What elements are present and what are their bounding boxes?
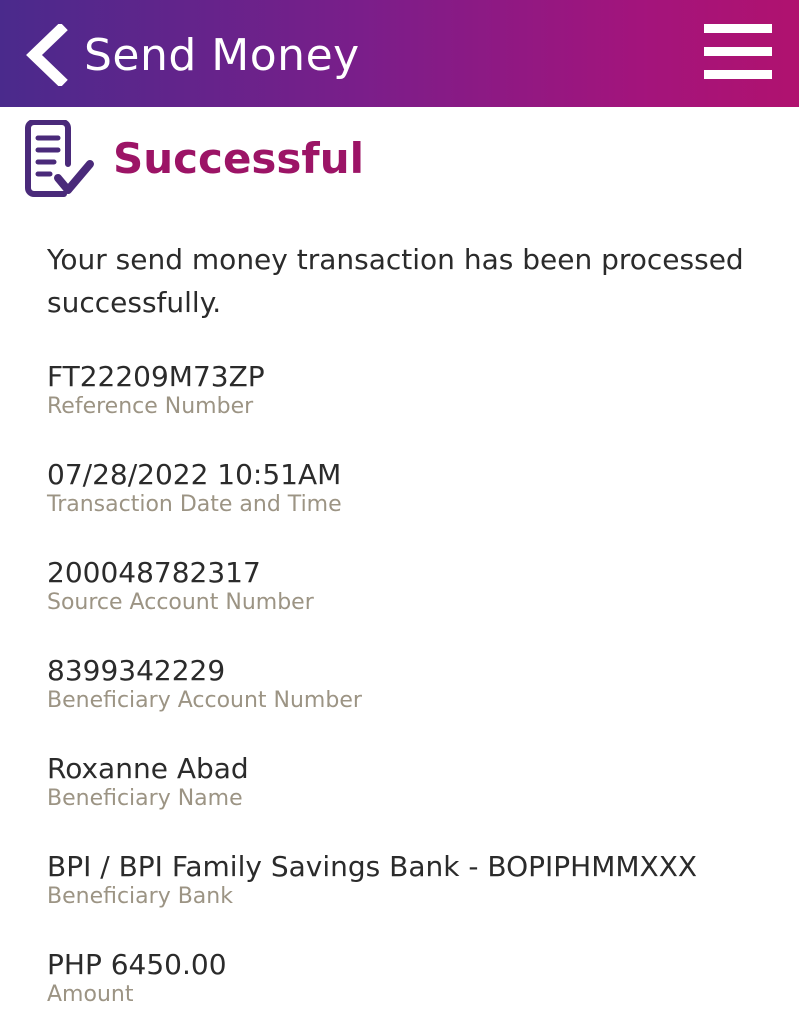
detail-transaction-datetime: 07/28/2022 10:51AM Transaction Date and … xyxy=(47,459,767,519)
detail-label: Beneficiary Account Number xyxy=(47,688,362,713)
detail-label: Beneficiary Name xyxy=(47,786,243,811)
detail-value: BPI / BPI Family Savings Bank - BOPIPHMM… xyxy=(47,850,698,883)
detail-amount: PHP 6450.00 Amount xyxy=(47,949,767,1009)
detail-value: PHP 6450.00 xyxy=(47,948,227,981)
detail-beneficiary-name: Roxanne Abad Beneficiary Name xyxy=(47,753,767,813)
page-title: Send Money xyxy=(84,30,360,81)
detail-value: 07/28/2022 10:51AM xyxy=(47,458,342,491)
detail-value: 200048782317 xyxy=(47,556,261,589)
detail-label: Source Account Number xyxy=(47,590,314,615)
document-check-icon xyxy=(25,120,94,197)
detail-value: 8399342229 xyxy=(47,654,226,687)
detail-label: Reference Number xyxy=(47,394,254,419)
detail-beneficiary-account: 8399342229 Beneficiary Account Number xyxy=(47,655,767,715)
detail-source-account: 200048782317 Source Account Number xyxy=(47,557,767,617)
hamburger-menu-icon-bar xyxy=(704,70,772,79)
hamburger-menu-icon xyxy=(704,24,772,33)
menu-button[interactable] xyxy=(704,22,774,82)
chevron-left-icon xyxy=(26,24,68,86)
status-title: Successful xyxy=(113,134,364,183)
detail-value: FT22209M73ZP xyxy=(47,360,265,393)
app-header: Send Money xyxy=(0,0,799,107)
detail-label: Amount xyxy=(47,982,134,1007)
detail-value: Roxanne Abad xyxy=(47,752,249,785)
detail-label: Transaction Date and Time xyxy=(47,492,342,517)
back-button[interactable] xyxy=(20,24,72,86)
detail-reference-number: FT22209M73ZP Reference Number xyxy=(47,361,767,421)
status-row: Successful xyxy=(24,120,764,200)
detail-label: Beneficiary Bank xyxy=(47,884,233,909)
hamburger-menu-icon-bar xyxy=(704,47,772,56)
detail-beneficiary-bank: BPI / BPI Family Savings Bank - BOPIPHMM… xyxy=(47,851,767,911)
confirmation-message: Your send money transaction has been pro… xyxy=(47,243,744,319)
